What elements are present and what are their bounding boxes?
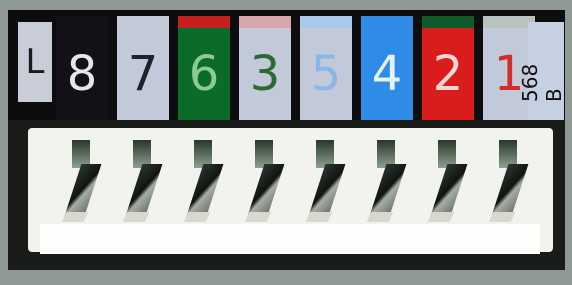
contact-pin-2 <box>122 140 163 232</box>
contact-pin-3 <box>183 140 224 232</box>
left-tab: L <box>18 22 52 102</box>
contact-pin-5 <box>305 140 346 232</box>
standard-label-text: 568 B <box>518 63 566 102</box>
contact-pin-4 <box>244 140 285 232</box>
pin-number-label-3: 6 <box>178 28 230 120</box>
jack-lip <box>40 224 540 254</box>
pin-number-label-6: 4 <box>361 28 413 120</box>
contact-pin-7 <box>427 140 468 232</box>
contact-pin-6 <box>366 140 407 232</box>
pin-number-label-1: 8 <box>56 28 108 120</box>
pin-number-label-2: 7 <box>117 28 169 120</box>
contact-pin-1 <box>61 140 102 232</box>
pin-number-label-4: 3 <box>239 28 291 120</box>
pin-number-label-5: 5 <box>300 28 352 120</box>
contact-pin-8 <box>488 140 529 232</box>
rj45-jack-photo: L 87635421 568 B <box>0 0 572 285</box>
left-tab-text: L <box>25 42 45 82</box>
pin-number-label-7: 2 <box>422 28 474 120</box>
